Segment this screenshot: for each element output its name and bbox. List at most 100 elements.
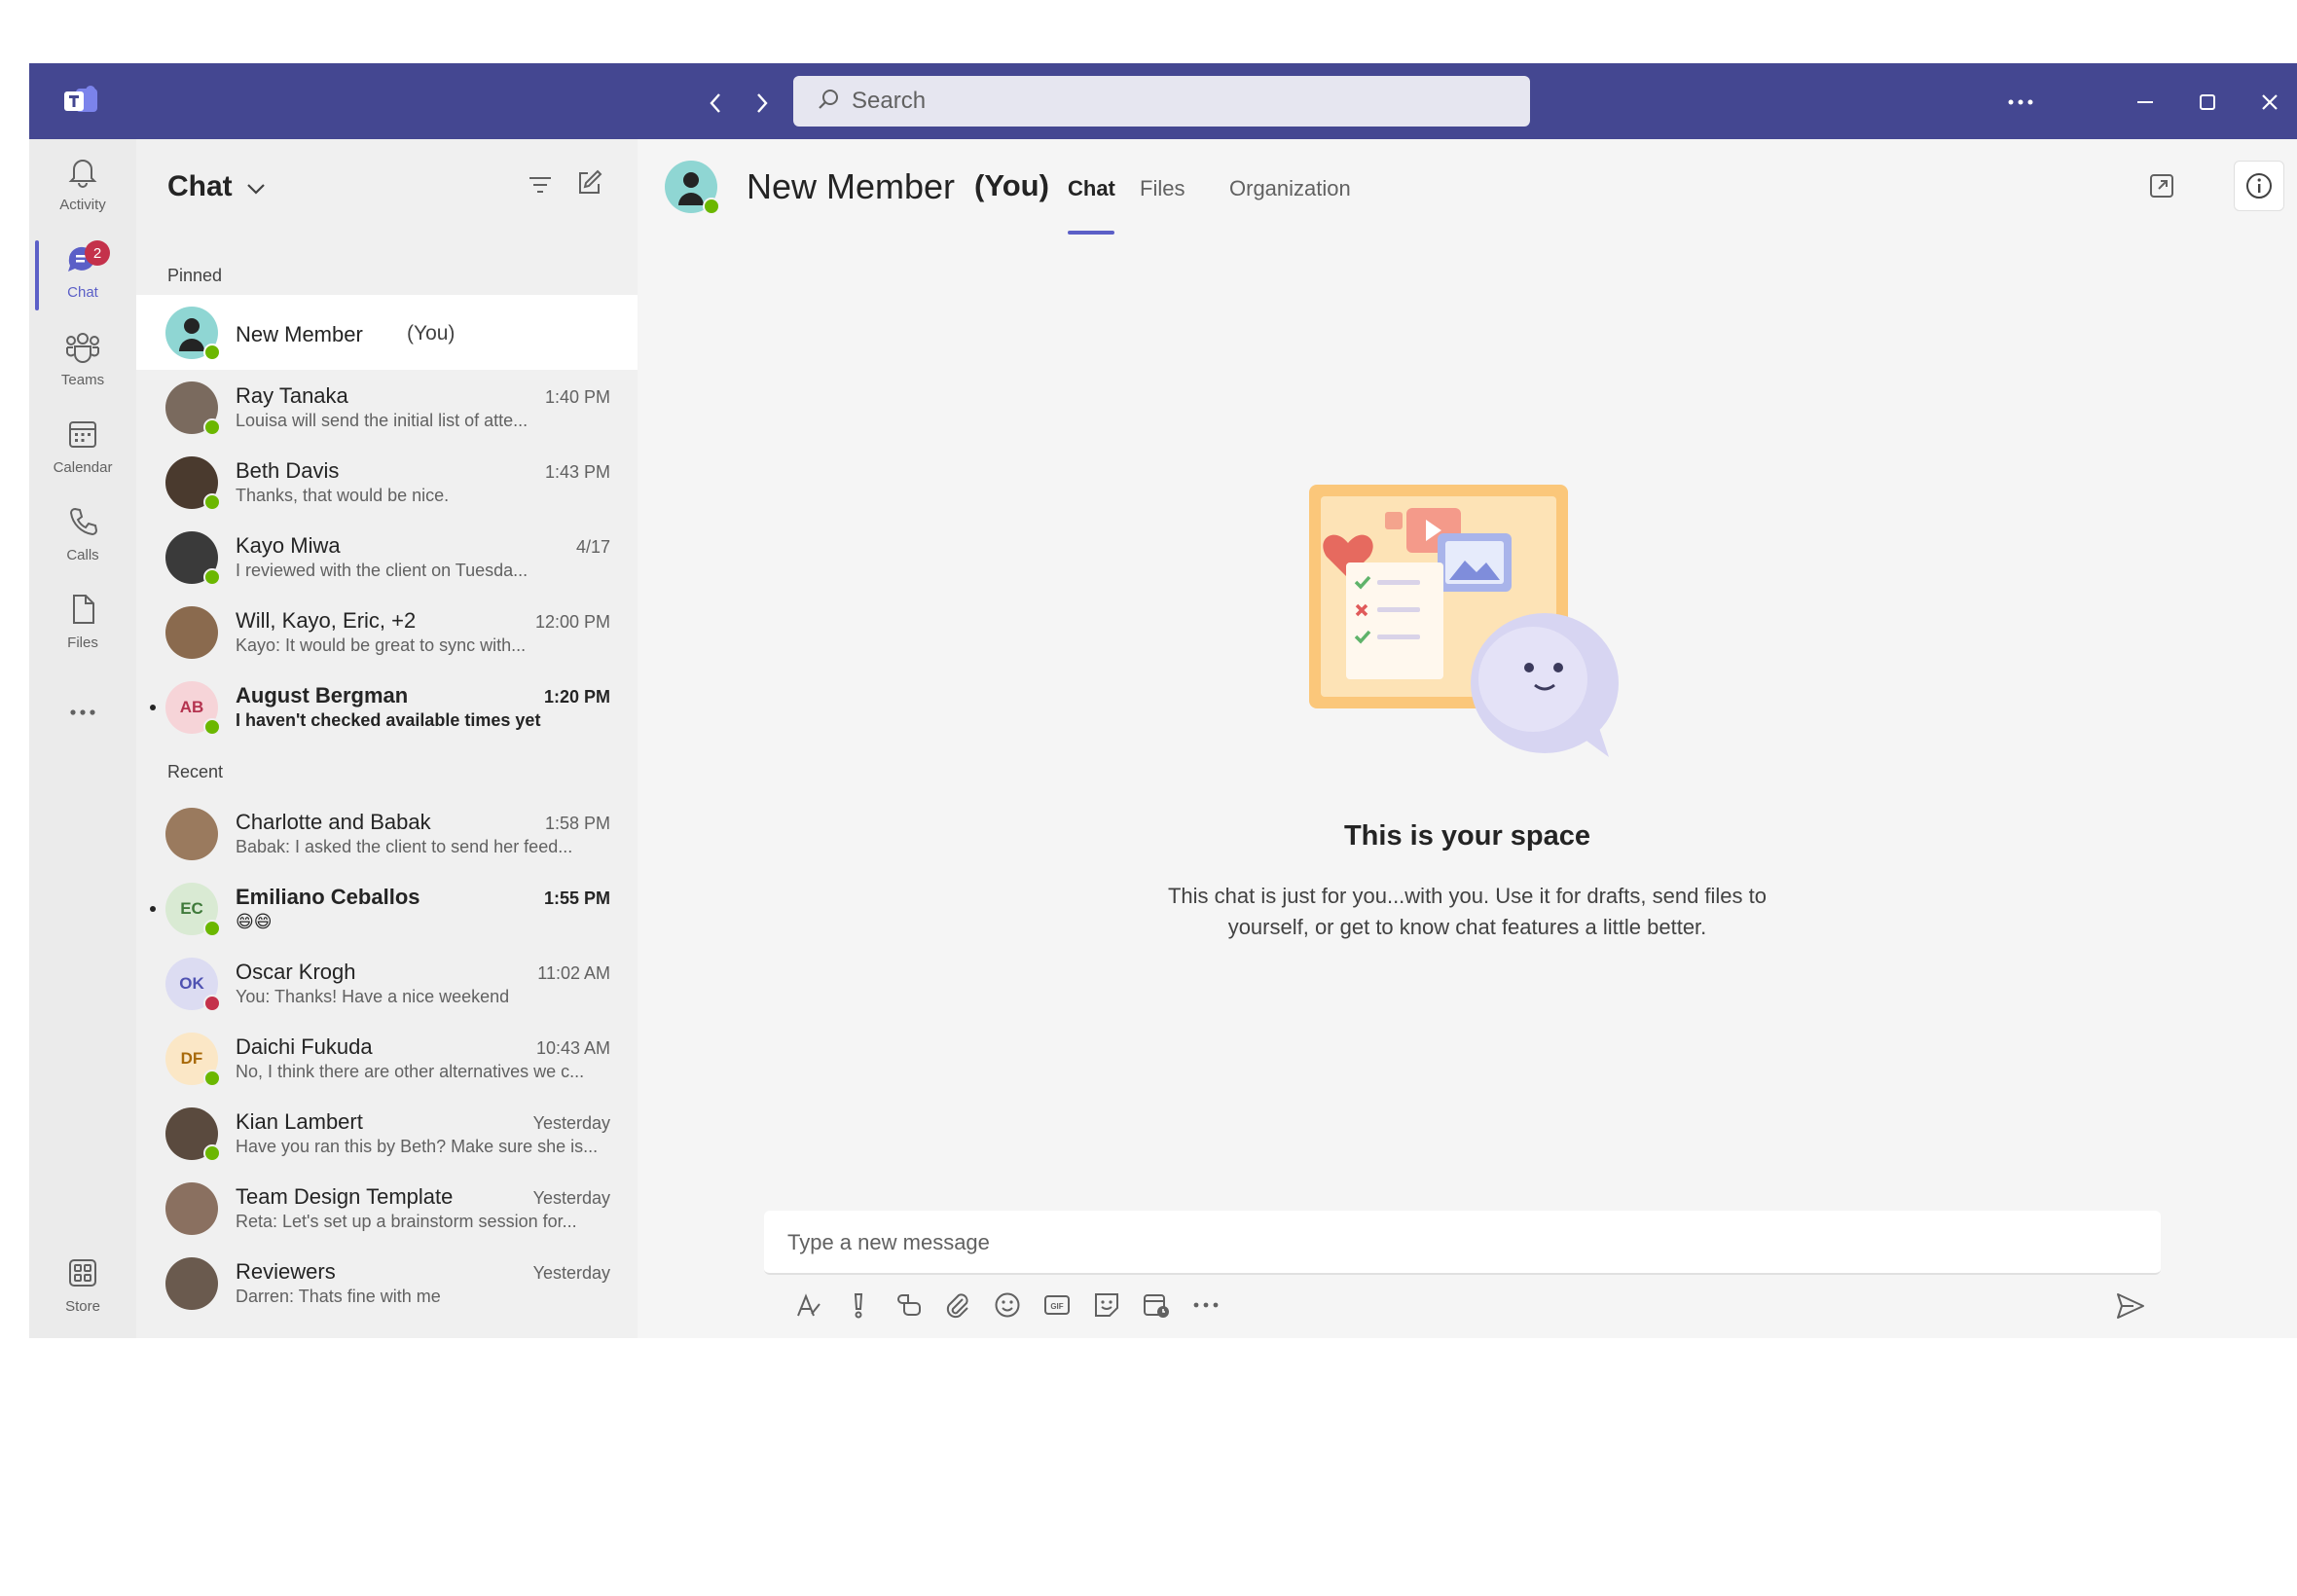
- pop-out-icon[interactable]: [2146, 170, 2177, 201]
- chat-name: Oscar Krogh: [236, 960, 356, 984]
- close-icon[interactable]: [2250, 83, 2289, 122]
- tab-chat[interactable]: Chat: [1068, 176, 1115, 201]
- presence-dnd-icon: [203, 995, 221, 1012]
- rail-item-store[interactable]: Store: [29, 1249, 136, 1326]
- presence-available-icon: [203, 920, 221, 937]
- chat-list-item[interactable]: Kayo Miwa 4/17 I reviewed with the client …: [136, 520, 638, 595]
- chat-list-item[interactable]: Will, Kayo, Eric, +2 12:00 PM Kayo: It wou…: [136, 595, 638, 670]
- chat-name: Beth Davis: [236, 458, 340, 483]
- chat-list-item[interactable]: DF Daichi Fukuda 10:43 AM No, I think there…: [136, 1021, 638, 1096]
- priority-icon[interactable]: [843, 1289, 874, 1321]
- chat-list-item[interactable]: AB August Bergman 1:20 PM I haven't checked…: [136, 670, 638, 744]
- avatar-initials: DF: [180, 1049, 203, 1068]
- rail-item-chat[interactable]: 2 Chat: [29, 235, 136, 312]
- chat-main-area: New Member (You) Chat Files Organization: [638, 139, 2297, 1338]
- space-title: This is your space: [1343, 820, 1591, 852]
- chat-timestamp: 1:58 PM: [544, 814, 610, 833]
- chat-list-item[interactable]: OK Oscar Krogh 11:02 AM You: Thanks! Have a…: [136, 946, 638, 1021]
- bell-icon: [66, 155, 99, 193]
- chat-preview: Have you ran this by Beth? Make sure she…: [236, 1137, 599, 1156]
- presence-available-icon: [203, 493, 221, 511]
- file-icon: [66, 593, 99, 631]
- rail-item-calls[interactable]: Calls: [29, 497, 136, 575]
- pinned-section-label: Pinned: [167, 266, 223, 285]
- chat-preview: You: Thanks! Have a nice weekend: [236, 987, 510, 1006]
- forward-arrow-icon[interactable]: [747, 89, 777, 118]
- rail-item-teams[interactable]: Teams: [29, 322, 136, 400]
- format-icon[interactable]: [793, 1289, 824, 1321]
- rail-item-files[interactable]: Files: [29, 585, 136, 663]
- chat-timestamp: 1:55 PM: [543, 889, 610, 908]
- chat-name: Emiliano Ceballos: [236, 885, 420, 909]
- info-icon[interactable]: [2234, 161, 2284, 211]
- schedule-meeting-icon[interactable]: [1141, 1289, 1172, 1321]
- avatar-initials: AB: [179, 698, 204, 716]
- presence-available-icon: [203, 568, 221, 586]
- store-icon: [66, 1256, 99, 1294]
- teams-window: Search Activity 2 Chat Teams Calendar Ca…: [29, 63, 2297, 1338]
- chat-list-item[interactable]: Reviewers Yesterday Darren: Thats fine wit…: [136, 1246, 638, 1321]
- search-box[interactable]: Search: [793, 76, 1530, 127]
- back-arrow-icon[interactable]: [701, 89, 730, 118]
- rail-more-apps[interactable]: [29, 696, 136, 735]
- chat-list-item[interactable]: EC Emiliano Ceballos 1:55 PM 😄😄: [136, 871, 638, 946]
- app-rail: Activity 2 Chat Teams Calendar Calls Fil…: [29, 139, 136, 1338]
- avatar: AB: [165, 681, 221, 736]
- maximize-icon[interactable]: [2188, 83, 2227, 122]
- tab-organization[interactable]: Organization: [1229, 176, 1351, 201]
- emoji-icon[interactable]: [992, 1289, 1023, 1321]
- chat-name: Will, Kayo, Eric, +2: [236, 608, 417, 633]
- presence-available-icon: [203, 718, 221, 736]
- search-placeholder: Search: [852, 88, 927, 114]
- chat-preview: Darren: Thats fine with me: [236, 1287, 441, 1306]
- rail-label: Activity: [59, 197, 106, 213]
- rail-item-calendar[interactable]: Calendar: [29, 410, 136, 488]
- chat-list-item[interactable]: New Member (You): [136, 295, 638, 370]
- chat-list-item[interactable]: Ray Tanaka 1:40 PM Louisa will send the in…: [136, 370, 638, 445]
- rail-item-activity[interactable]: Activity: [29, 147, 136, 225]
- attach-icon[interactable]: [942, 1289, 973, 1321]
- chat-name: Daichi Fukuda: [236, 1034, 373, 1059]
- more-icon[interactable]: [1190, 1289, 1221, 1321]
- svg-text:GIF: GIF: [1050, 1302, 1063, 1311]
- rail-label: Teams: [60, 372, 105, 388]
- avatar: OK: [165, 958, 221, 1012]
- chat-list-panel: Chat Pinned New Member (You) Ray Tanaka 1:4…: [136, 139, 638, 1338]
- gif-icon[interactable]: GIF: [1041, 1289, 1073, 1321]
- presence-available-icon: [203, 418, 221, 436]
- chat-list-item[interactable]: Kian Lambert Yesterday Have you ran this b…: [136, 1096, 638, 1171]
- tab-files[interactable]: Files: [1140, 176, 1185, 201]
- chat-list-item[interactable]: Team Design Template Yesterday Reta: Let's…: [136, 1171, 638, 1246]
- filter-icon[interactable]: [526, 170, 555, 200]
- chat-preview: 😄😄: [236, 912, 273, 931]
- chat-title-dropdown[interactable]: Chat: [167, 170, 266, 203]
- avatar: EC: [165, 883, 221, 937]
- chat-timestamp: 4/17: [575, 537, 610, 557]
- new-chat-icon[interactable]: [574, 168, 603, 198]
- message-input-placeholder: Type a new message: [787, 1230, 990, 1254]
- more-options-icon[interactable]: [2001, 83, 2040, 122]
- chat-list-item[interactable]: Charlotte and Babak 1:58 PM Babak: I asked…: [136, 796, 638, 871]
- search-icon: [817, 88, 840, 116]
- chat-timestamp: 1:40 PM: [544, 387, 610, 407]
- presence-available-icon: [203, 1070, 221, 1087]
- you-label: (You): [407, 322, 456, 345]
- space-description: This chat is just for you...with you. Us…: [1167, 884, 1768, 939]
- loop-icon[interactable]: [893, 1289, 924, 1321]
- chat-timestamp: 1:20 PM: [543, 687, 610, 707]
- minimize-icon[interactable]: [2126, 83, 2165, 122]
- rail-label: Calendar: [53, 459, 113, 476]
- avatar: DF: [165, 1033, 221, 1087]
- avatar: [165, 307, 221, 361]
- message-composer[interactable]: Type a new message: [764, 1211, 2161, 1275]
- chat-preview: I reviewed with the client on Tuesda...: [236, 561, 529, 580]
- avatar[interactable]: [665, 161, 720, 215]
- conversation-title: New Member: [747, 166, 956, 206]
- chat-list-item[interactable]: Beth Davis 1:43 PM Thanks, that would be n…: [136, 445, 638, 520]
- you-label: (You): [974, 168, 1049, 202]
- chat-preview: Reta: Let's set up a brainstorm session …: [236, 1212, 577, 1231]
- chat-name: Charlotte and Babak: [236, 810, 431, 834]
- chat-name: Ray Tanaka: [236, 383, 348, 408]
- sticker-icon[interactable]: [1091, 1289, 1122, 1321]
- send-icon[interactable]: [2114, 1289, 2149, 1324]
